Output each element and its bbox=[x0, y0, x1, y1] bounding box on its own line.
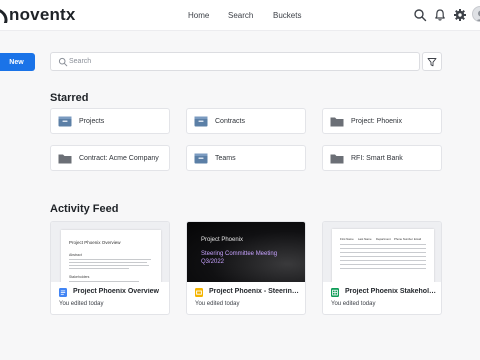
search-placeholder: Search bbox=[69, 58, 92, 65]
slide-title: Project Phoenix bbox=[201, 237, 244, 243]
slide-subtitle: Steering Committee Meeting Q3/2022 bbox=[201, 251, 278, 265]
bucket-icon bbox=[194, 116, 208, 126]
nav-search[interactable]: Search bbox=[228, 11, 253, 20]
sheet-col-header: First Name bbox=[340, 237, 354, 241]
filter-button[interactable] bbox=[422, 52, 442, 71]
text-line bbox=[69, 262, 147, 263]
avatar[interactable] bbox=[472, 6, 480, 22]
sheet-preview: First Name Last Name Department Phone Nu… bbox=[332, 229, 434, 282]
sheet-col-header: Phone Number bbox=[394, 237, 413, 241]
sheet-row bbox=[340, 248, 426, 249]
sheet-thumbnail: First Name Last Name Department Phone Nu… bbox=[323, 222, 441, 282]
bell-icon[interactable] bbox=[433, 8, 447, 22]
sheet-row bbox=[340, 264, 426, 265]
logo-mark-icon bbox=[0, 7, 8, 23]
sheet-col-header: Last Name bbox=[358, 237, 372, 241]
sheet-col-header: Department bbox=[376, 237, 391, 241]
feed-card-slides[interactable]: Project Phoenix Steering Committee Meeti… bbox=[186, 221, 306, 315]
folder-icon bbox=[330, 117, 344, 126]
starred-item-project-phoenix[interactable]: Project: Phoenix bbox=[322, 108, 442, 134]
folder-icon bbox=[330, 154, 344, 163]
text-line bbox=[69, 259, 151, 260]
slide-preview: Project Phoenix Steering Committee Meeti… bbox=[187, 222, 305, 282]
slides-file-icon bbox=[195, 288, 203, 297]
logo-text: noventx bbox=[9, 5, 76, 24]
filter-icon bbox=[427, 57, 437, 66]
nav-home[interactable]: Home bbox=[188, 11, 209, 20]
search-field-icon bbox=[58, 57, 68, 67]
folder-icon bbox=[58, 154, 72, 163]
thumb-title: Project Phoenix Overview bbox=[69, 240, 121, 245]
text-line bbox=[69, 268, 129, 269]
starred-item-teams[interactable]: Teams bbox=[186, 145, 306, 171]
sheet-row bbox=[340, 256, 426, 257]
feed-item-subtitle: You edited today bbox=[195, 301, 240, 307]
feed-item-subtitle: You edited today bbox=[59, 301, 104, 307]
feed-item-title: Project Phoenix - Steering Committee Mee… bbox=[209, 288, 303, 295]
sheet-col-header: Email bbox=[414, 237, 421, 241]
sheet-row bbox=[340, 244, 426, 245]
doc-page-preview: Project Phoenix Overview Abstract Stakeh… bbox=[61, 230, 161, 282]
bucket-icon bbox=[194, 153, 208, 163]
bucket-icon bbox=[58, 116, 72, 126]
app-logo[interactable]: noventx bbox=[0, 5, 76, 25]
starred-item-label: RFI: Smart Bank bbox=[351, 154, 403, 162]
feed-card-sheet[interactable]: First Name Last Name Department Phone Nu… bbox=[322, 221, 442, 315]
text-line bbox=[69, 281, 139, 282]
starred-heading: Starred bbox=[50, 92, 89, 104]
starred-item-label: Projects bbox=[79, 117, 105, 125]
new-button[interactable]: New bbox=[0, 53, 35, 71]
feed-item-subtitle: You edited today bbox=[331, 301, 376, 307]
nav-buckets[interactable]: Buckets bbox=[273, 11, 301, 20]
starred-item-label: Project: Phoenix bbox=[351, 117, 402, 125]
starred-item-label: Contracts bbox=[215, 117, 245, 125]
sheet-row bbox=[340, 252, 426, 253]
starred-item-projects[interactable]: Projects bbox=[50, 108, 170, 134]
search-input[interactable]: Search bbox=[50, 52, 420, 71]
sheet-row bbox=[340, 260, 426, 261]
feed-item-title: Project Phoenix Overview bbox=[73, 288, 159, 295]
starred-item-rfi-smart-bank[interactable]: RFI: Smart Bank bbox=[322, 145, 442, 171]
activity-feed-heading: Activity Feed bbox=[50, 203, 119, 215]
avatar-person-icon bbox=[475, 10, 480, 21]
gear-icon[interactable] bbox=[453, 8, 467, 22]
starred-item-contracts[interactable]: Contracts bbox=[186, 108, 306, 134]
slides-thumbnail: Project Phoenix Steering Committee Meeti… bbox=[187, 222, 305, 282]
starred-item-contract-acme[interactable]: Contract: Acme Company bbox=[50, 145, 170, 171]
doc-thumbnail: Project Phoenix Overview Abstract Stakeh… bbox=[51, 222, 169, 282]
thumb-heading: Abstract bbox=[69, 253, 82, 257]
starred-item-label: Contract: Acme Company bbox=[79, 154, 159, 162]
search-icon[interactable] bbox=[413, 8, 427, 22]
text-line bbox=[69, 265, 149, 266]
feed-card-doc[interactable]: Project Phoenix Overview Abstract Stakeh… bbox=[50, 221, 170, 315]
doc-file-icon bbox=[59, 288, 67, 297]
top-bar: noventx Home Search Buckets bbox=[0, 0, 480, 31]
thumb-heading: Stakeholders bbox=[69, 275, 90, 279]
starred-item-label: Teams bbox=[215, 154, 236, 162]
sheet-file-icon bbox=[331, 288, 339, 297]
feed-item-title: Project Phoenix Stakeholder Register bbox=[345, 288, 439, 295]
sheet-row bbox=[340, 268, 426, 269]
